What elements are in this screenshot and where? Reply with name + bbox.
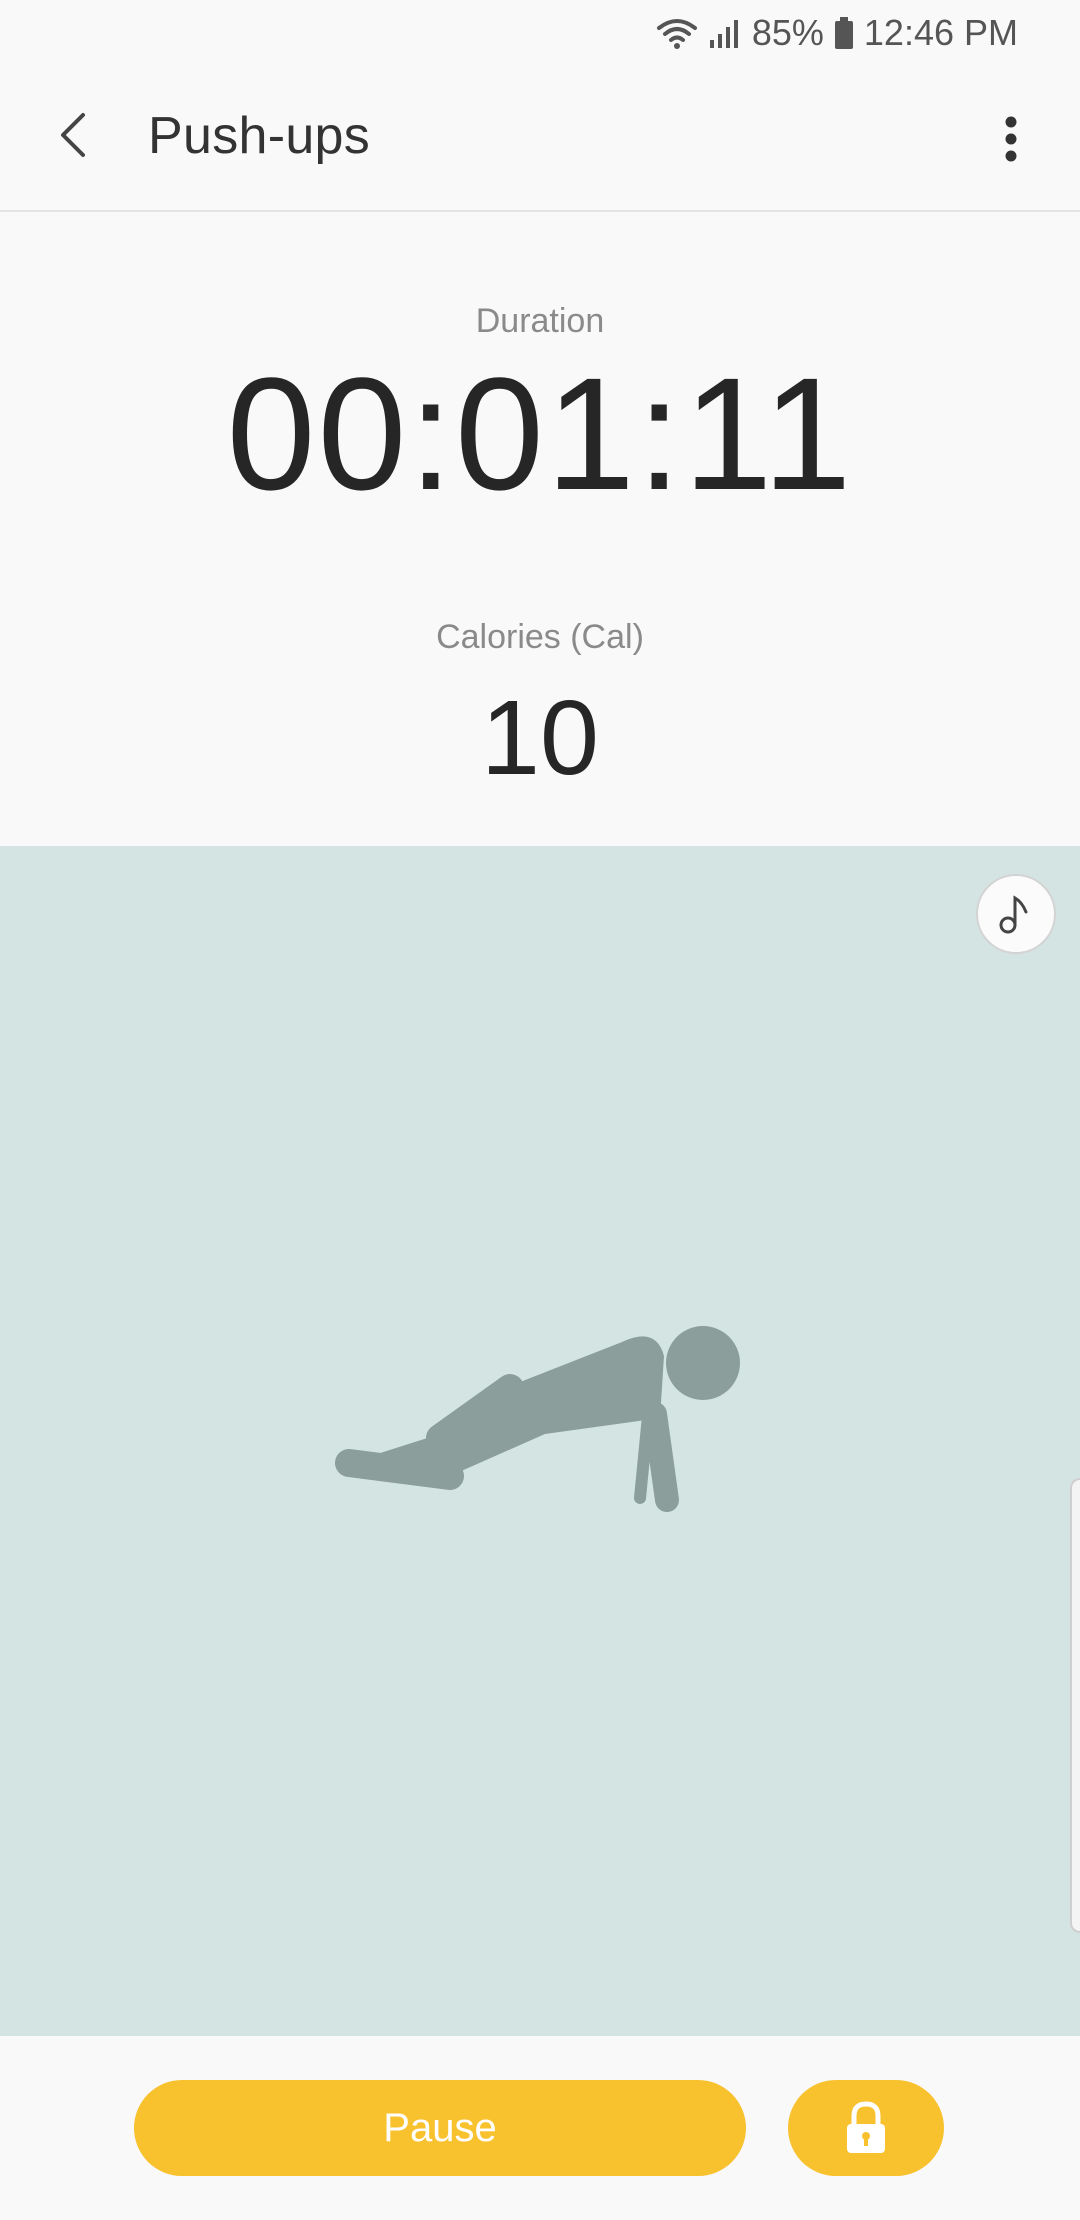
more-options-button[interactable] (986, 104, 1036, 174)
bottom-controls: Pause (0, 2036, 1080, 2220)
page-title: Push-ups (148, 107, 371, 165)
lock-icon (847, 2101, 885, 2153)
lock-button[interactable] (788, 2080, 944, 2176)
more-vert-icon (1005, 116, 1017, 162)
clock: 12:46 PM (863, 12, 1018, 53)
duration-label: Duration (475, 302, 605, 340)
battery-icon (834, 17, 854, 49)
wifi-icon (656, 16, 698, 50)
calories-label: Calories (Cal) (436, 618, 644, 656)
edge-panel-handle[interactable] (1070, 1478, 1080, 1933)
music-note-icon (999, 895, 1028, 934)
workout-stats: Duration 00:01:11 Calories (Cal) 10 (0, 212, 1080, 846)
duration-value: 00:01:11 (226, 344, 854, 523)
app-bar: Push-ups (0, 66, 1080, 212)
battery-percent: 85% (751, 12, 824, 53)
signal-icon (708, 18, 742, 48)
calories-value: 10 (481, 679, 599, 797)
back-button[interactable] (40, 98, 104, 172)
music-button[interactable] (976, 874, 1056, 954)
push-up-figure (335, 1326, 740, 1512)
back-arrow-icon (61, 113, 85, 157)
pause-button[interactable]: Pause (134, 2080, 746, 2176)
exercise-illustration (0, 846, 1080, 2036)
status-bar: 85% 12:46 PM (0, 0, 1080, 66)
